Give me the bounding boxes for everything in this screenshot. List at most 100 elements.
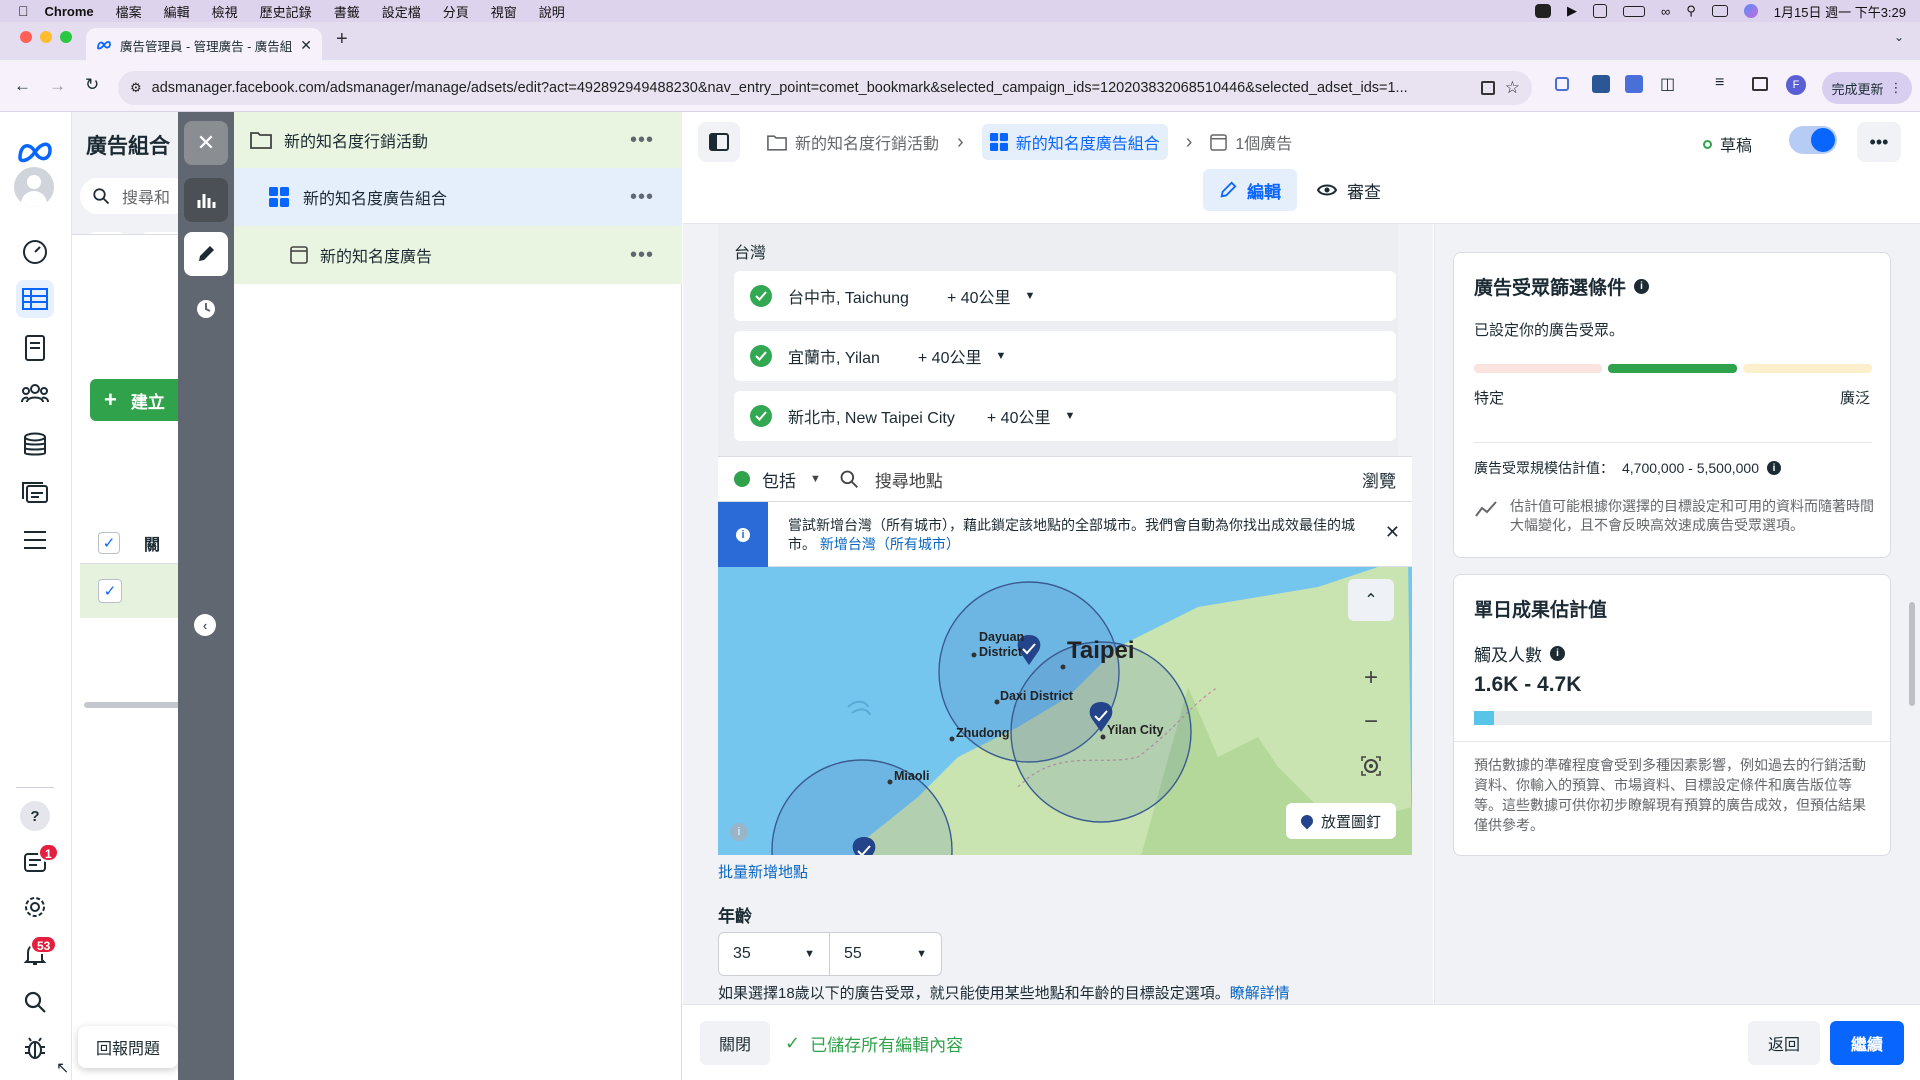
- zoom-in-button[interactable]: +: [1348, 657, 1394, 699]
- menu-item-bookmarks[interactable]: 書籤: [334, 2, 360, 21]
- bookmark-star-icon[interactable]: ☆: [1505, 78, 1520, 98]
- page-scrollbar[interactable]: [1909, 602, 1915, 706]
- menu-item-help[interactable]: 說明: [539, 2, 565, 21]
- close-editor-button[interactable]: ✕: [184, 121, 228, 165]
- menu-item-tab[interactable]: 分頁: [443, 2, 469, 21]
- tip-link[interactable]: 新增台灣（所有城市）: [820, 536, 960, 552]
- breadcrumb-ads[interactable]: 1個廣告: [1235, 130, 1292, 154]
- ad-more-icon[interactable]: •••: [630, 244, 654, 267]
- toggle-sidebar-button[interactable]: [698, 122, 740, 162]
- back-icon[interactable]: ←: [14, 76, 31, 96]
- review-mode-tab[interactable]: 審查: [1317, 169, 1381, 211]
- location-radius[interactable]: + 40公里: [947, 284, 1011, 308]
- new-tab-button[interactable]: +: [336, 28, 348, 51]
- audiences-icon[interactable]: [16, 374, 54, 412]
- account-avatar[interactable]: [14, 167, 54, 207]
- include-caret-icon[interactable]: ▼: [810, 473, 821, 485]
- close-window-button[interactable]: [20, 31, 32, 43]
- tree-campaign-row[interactable]: 新的知名度行銷活動 •••: [234, 112, 682, 168]
- apple-icon[interactable]: : [18, 3, 29, 19]
- menu-item-edit[interactable]: 編輯: [164, 2, 190, 21]
- table-row[interactable]: ✓: [80, 564, 190, 618]
- panel-search-input[interactable]: 搜尋和: [80, 178, 190, 214]
- age-min-select[interactable]: 35 ▼: [718, 932, 830, 976]
- edit-button[interactable]: [184, 232, 228, 276]
- map-collapse-button[interactable]: ⌃: [1348, 579, 1394, 621]
- menu-item-history[interactable]: 歷史記錄: [260, 2, 312, 21]
- drop-pin-button[interactable]: 放置圖釘: [1286, 803, 1396, 839]
- close-icon[interactable]: ✕: [1385, 522, 1400, 543]
- location-radius[interactable]: + 40公里: [987, 404, 1051, 428]
- menu-item-window[interactable]: 視窗: [491, 2, 517, 21]
- pages-icon[interactable]: [16, 329, 54, 367]
- info-icon[interactable]: i: [1634, 279, 1650, 294]
- info-icon[interactable]: i: [1550, 646, 1565, 661]
- link-icon[interactable]: ∞: [1661, 4, 1670, 19]
- minimize-window-button[interactable]: [40, 31, 52, 43]
- select-all-checkbox[interactable]: ✓: [98, 531, 120, 554]
- adset-more-icon[interactable]: •••: [630, 186, 654, 209]
- locate-button[interactable]: [1348, 745, 1394, 787]
- close-tab-icon[interactable]: ✕: [300, 37, 312, 54]
- map-info-icon[interactable]: i: [730, 823, 748, 841]
- browse-button[interactable]: 瀏覽: [1362, 467, 1396, 492]
- zoom-out-button[interactable]: −: [1348, 701, 1394, 743]
- reload-icon[interactable]: ↻: [85, 75, 99, 95]
- tree-ad-row[interactable]: 新的知名度廣告 •••: [234, 226, 682, 284]
- url-text[interactable]: adsmanager.facebook.com/adsmanager/manag…: [152, 80, 1471, 96]
- caret-down-icon[interactable]: ▼: [1064, 410, 1075, 422]
- location-map[interactable]: Taipei Dayuan District Daxi District Zhu…: [718, 567, 1412, 855]
- menu-item-profiles[interactable]: 設定檔: [382, 2, 421, 21]
- tab-search-chevron-icon[interactable]: ⌄: [1894, 30, 1904, 44]
- back-button[interactable]: 返回: [1748, 1021, 1820, 1065]
- info-icon[interactable]: i: [1767, 461, 1782, 475]
- search-icon[interactable]: [16, 983, 54, 1021]
- profile-avatar[interactable]: F: [1786, 75, 1806, 95]
- caret-down-icon[interactable]: ▼: [1025, 290, 1036, 302]
- battery-icon[interactable]: [1622, 5, 1645, 17]
- meta-logo-icon[interactable]: [16, 140, 54, 164]
- address-bar[interactable]: ⚙ adsmanager.facebook.com/adsmanager/man…: [118, 71, 1532, 105]
- menu-app-name[interactable]: Chrome: [45, 4, 94, 19]
- menu-item-file[interactable]: 檔案: [116, 2, 142, 21]
- more-options-button[interactable]: •••: [1857, 122, 1901, 162]
- side-panel-icon[interactable]: [1752, 77, 1768, 91]
- tree-adset-row[interactable]: 新的知名度廣告組合 •••: [234, 168, 682, 226]
- age-max-select[interactable]: 55 ▼: [830, 932, 942, 976]
- ads-manager-table-icon[interactable]: [16, 280, 54, 318]
- close-button[interactable]: 關閉: [700, 1021, 770, 1065]
- breadcrumb-adset[interactable]: 新的知名度廣告組合: [981, 124, 1168, 160]
- row-checkbox[interactable]: ✓: [98, 579, 122, 603]
- reading-list-icon[interactable]: ≡: [1715, 74, 1724, 92]
- menubar-clock[interactable]: 1月15日 週一 下午3:29: [1774, 2, 1906, 21]
- siri-icon[interactable]: [1743, 4, 1758, 18]
- edit-mode-tab[interactable]: 編輯: [1203, 169, 1297, 211]
- bug-report-icon[interactable]: [16, 1029, 54, 1067]
- location-item[interactable]: 宜蘭市, Yilan + 40公里 ▼: [734, 331, 1396, 381]
- breadcrumb-campaign[interactable]: 新的知名度行銷活動: [795, 130, 939, 154]
- spotlight-icon[interactable]: ⚲: [1686, 3, 1696, 19]
- location-item[interactable]: 新北市, New Taipei City + 40公里 ▼: [734, 391, 1396, 441]
- play-icon[interactable]: ▶: [1567, 3, 1577, 19]
- campaign-more-icon[interactable]: •••: [630, 129, 654, 152]
- control-center-icon[interactable]: [1711, 5, 1728, 17]
- menu-item-view[interactable]: 檢視: [212, 2, 238, 21]
- location-item[interactable]: 台中市, Taichung + 40公里 ▼: [734, 271, 1396, 321]
- site-info-icon[interactable]: ⚙: [130, 80, 142, 96]
- location-radius[interactable]: + 40公里: [918, 344, 982, 368]
- charts-button[interactable]: [184, 178, 228, 222]
- settings-gear-icon[interactable]: [16, 888, 54, 926]
- age-learn-more-link[interactable]: 瞭解詳情: [1230, 985, 1290, 1002]
- line-icon[interactable]: [1534, 4, 1551, 18]
- extension-translate-icon[interactable]: [1625, 75, 1643, 93]
- continue-button[interactable]: 繼續: [1830, 1021, 1904, 1065]
- create-button[interactable]: + 建立: [90, 379, 190, 421]
- location-search-input[interactable]: 搜尋地點: [875, 467, 1362, 492]
- include-label[interactable]: 包括: [762, 467, 796, 492]
- zoom-window-button[interactable]: [60, 31, 72, 43]
- active-browser-tab[interactable]: 廣告管理員 - 管理廣告 - 廣告組 ✕: [86, 28, 322, 62]
- update-chrome-button[interactable]: 完成更新 ⋮: [1822, 72, 1912, 104]
- keyboard-icon[interactable]: [1592, 4, 1607, 18]
- bookmark-manager-icon[interactable]: [1555, 77, 1569, 91]
- help-icon[interactable]: ?: [16, 797, 54, 835]
